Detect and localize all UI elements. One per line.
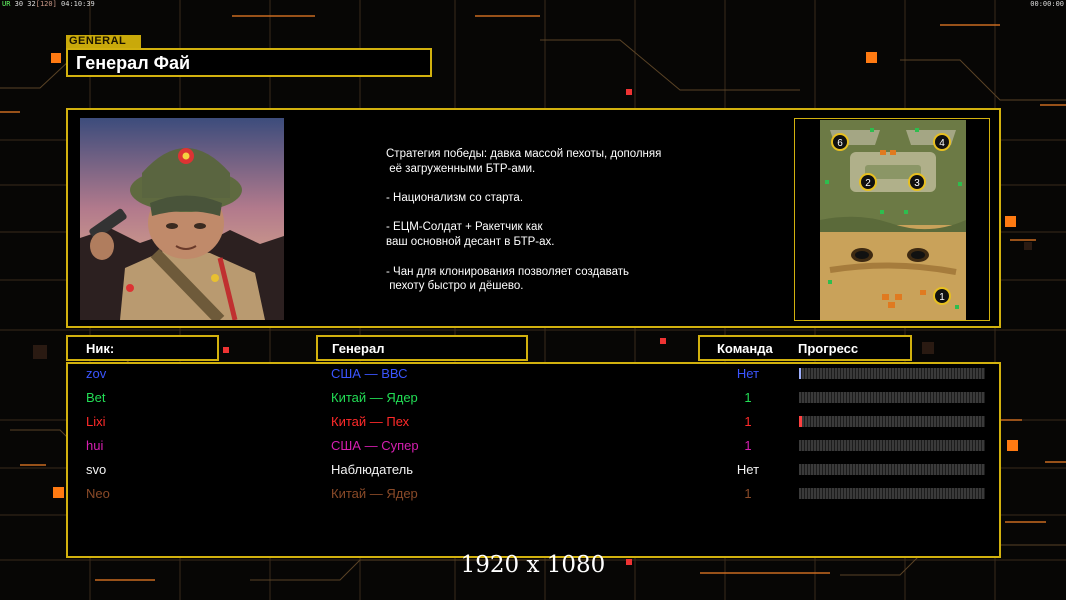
strategy-line: - ЕЦМ-Солдат + Ракетчик как [386, 221, 543, 234]
elapsed-time: 04:10:39 [61, 0, 95, 8]
player-row[interactable]: Lixi Китай — Пех 1 [0, 410, 1066, 434]
map-preview: 6 4 2 3 1 [820, 120, 966, 320]
player-team: Нет [736, 366, 760, 381]
player-nick: Bet [86, 390, 106, 405]
start-position-label: 6 [837, 138, 843, 149]
strategy-line [386, 250, 716, 265]
header-progress-label: Прогресс [798, 341, 859, 356]
player-team: 1 [744, 414, 752, 429]
header-team-label: Команда [717, 341, 773, 356]
player-progress-bar [799, 392, 985, 403]
strategy-line: пехоту быстро и дёшево. [386, 280, 524, 293]
player-row[interactable]: hui США — Супер 1 [0, 434, 1066, 458]
player-progress-bar [799, 368, 985, 379]
player-row[interactable]: zov США — ВВС Нет [0, 362, 1066, 386]
header-nick: Ник: [66, 335, 219, 361]
player-team: 1 [744, 390, 752, 405]
start-position-label: 3 [914, 178, 920, 189]
player-nick: svo [86, 462, 107, 477]
strategy-line [386, 206, 716, 221]
player-progress-bar [799, 440, 985, 451]
header-general: Генерал [316, 335, 528, 361]
player-nick: Neo [86, 486, 110, 501]
player-team: 1 [744, 438, 752, 453]
header-nick-label: Ник: [86, 341, 115, 356]
strategy-line: Стратегия победы: давка массой пехоты, д… [386, 148, 662, 160]
header-general-label: Генерал [332, 341, 385, 356]
resolution-label: 1920 x 1080 [460, 552, 606, 578]
strategy-description: Стратегия победы: давка массой пехоты, д… [386, 147, 716, 294]
player-row[interactable]: Bet Китай — Ядер 1 [0, 386, 1066, 410]
player-general: США — ВВС [331, 366, 408, 381]
player-general: Китай — Ядер [331, 390, 418, 405]
player-progress-bar [799, 416, 985, 427]
fps-counter: UR 30 32[120] 04:10:39 [2, 0, 95, 8]
player-general: Китай — Пех [331, 414, 410, 429]
start-position-label: 4 [939, 138, 945, 149]
header-team-progress: Команда Прогресс [698, 335, 912, 361]
general-title-box: Генерал Фай [66, 48, 432, 77]
strategy-line: её загруженными БТР-ами. [386, 162, 536, 175]
player-progress-fill [799, 416, 802, 427]
player-team: 1 [744, 486, 752, 501]
start-position-label: 2 [865, 178, 871, 189]
player-progress-bar [799, 488, 985, 499]
player-nick: zov [86, 366, 107, 381]
player-nick: Lixi [86, 414, 106, 429]
player-row[interactable]: Neo Китай — Ядер 1 [0, 482, 1066, 506]
fps-value: 30 32 [14, 0, 36, 8]
strategy-line: - Национализм со старта. [386, 192, 524, 205]
player-row[interactable]: svo Наблюдатель Нет [0, 458, 1066, 482]
strategy-line: - Чан для клонирования позволяет создава… [386, 265, 629, 278]
start-position-label: 1 [939, 292, 945, 303]
general-tag: GENERAL [66, 35, 141, 48]
player-progress-fill [799, 368, 801, 379]
player-progress-bar [799, 464, 985, 475]
strategy-line [386, 176, 716, 191]
fps-prefix: UR [2, 0, 11, 8]
player-general: США — Супер [331, 438, 419, 453]
game-clock: 00:00:00 [1030, 0, 1064, 8]
player-general: Китай — Ядер [331, 486, 418, 501]
general-name: Генерал Фай [76, 53, 191, 73]
strategy-line: ваш основной десант в БТР-ах. [386, 236, 555, 249]
player-nick: hui [86, 438, 104, 453]
player-general: Наблюдатель [331, 462, 414, 477]
fps-bracket: [120] [35, 0, 57, 8]
player-team: Нет [736, 462, 760, 477]
general-portrait [80, 118, 284, 320]
